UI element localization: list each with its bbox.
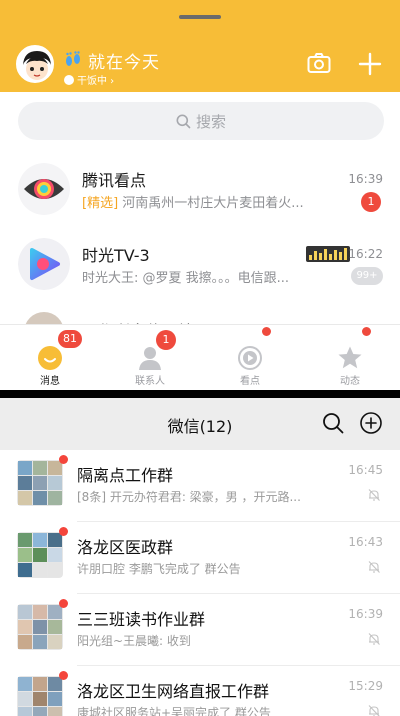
chat-time: 16:22 [348, 247, 383, 261]
chat-avatar [18, 163, 70, 215]
tab-label: 动态 [340, 376, 360, 387]
kandian-icon [238, 346, 262, 370]
tab-badge: 1 [156, 330, 176, 350]
plus-circle-icon [360, 412, 382, 434]
qq-search-bar[interactable]: 搜索 [18, 102, 384, 140]
unread-badge: 99+ [351, 267, 383, 285]
mute-bell-icon [368, 561, 380, 573]
mute-bell-icon [368, 633, 380, 645]
video-play-icon [18, 238, 70, 290]
qq-app-pane: 就在今天 干饭中 › 搜索 腾讯看点 [精选] 河南禹州一村庄大片麦田着火...… [0, 0, 400, 393]
tab-messages[interactable]: 81 消息 [0, 325, 100, 391]
unread-dot [59, 671, 68, 680]
chat-preview: [8条] 开元办符君君: 梁豪，男 ，开元路... [77, 490, 301, 504]
status-icon [64, 74, 74, 85]
chat-tag: [精选] [82, 196, 119, 211]
status-text: 干饭中 › [77, 76, 115, 87]
chat-title: 隔离点工作群 [77, 466, 174, 485]
search-button[interactable] [321, 411, 345, 435]
tab-label: 消息 [40, 376, 60, 387]
unread-dot [59, 455, 68, 464]
message-icon [38, 346, 62, 370]
chat-title: 时光TV-3 [82, 246, 150, 265]
mute-bell-icon [368, 705, 380, 716]
chat-item[interactable]: 三三班读书作业群 阳光组~王晨曦: 收到 16:39 [0, 594, 400, 666]
unread-dot [59, 527, 68, 536]
profile-avatar[interactable] [16, 45, 54, 83]
tab-badge: 81 [58, 330, 82, 348]
qq-tab-bar: 81 消息 1 联系人 看点 动态 [0, 324, 400, 390]
search-placeholder: 搜索 [195, 112, 226, 131]
contacts-icon [139, 347, 161, 370]
tab-label: 看点 [240, 376, 260, 387]
group-avatar [17, 460, 63, 506]
split-screen-divider[interactable] [0, 390, 400, 398]
chat-preview: 康城社区服务站+吴丽完成了 群公告 [77, 706, 271, 716]
profile-name-row[interactable]: 就在今天 [64, 48, 160, 73]
chat-preview: 许朋口腔 李鹏飞完成了 群公告 [77, 562, 241, 576]
split-drag-handle[interactable] [179, 15, 221, 19]
chat-time: 15:29 [348, 679, 383, 693]
chat-preview: [精选] 河南禹州一村庄大片麦田着火... [82, 196, 304, 211]
chat-preview: 阳光组~王晨曦: 收到 [77, 634, 191, 648]
profile-name: 就在今天 [88, 52, 160, 73]
chat-title: 三三班读书作业群 [77, 610, 206, 629]
add-button[interactable] [358, 52, 382, 76]
group-avatar [17, 604, 63, 650]
tab-dot-badge [262, 327, 271, 336]
camera-icon [307, 53, 331, 73]
star-icon [338, 346, 362, 369]
wechat-header: 微信(12) [0, 398, 400, 450]
chat-avatar [18, 238, 70, 290]
chat-title: 洛龙区卫生网络直报工作群 [77, 682, 270, 701]
unread-dot [59, 599, 68, 608]
chat-item[interactable]: 洛龙区医政群 许朋口腔 李鹏飞完成了 群公告 16:43 [0, 522, 400, 594]
wechat-app-pane: 微信(12) 隔离点工作群 [8条] 开元办符君君: 梁豪，男 ，开元路... [0, 398, 400, 716]
music-playing-icon [306, 246, 350, 262]
group-avatar [17, 532, 63, 578]
plus-icon [358, 52, 382, 76]
chat-preview: 时光大王: @罗夏 我擦。。。电信跟... [82, 271, 290, 286]
qq-header: 就在今天 干饭中 › [0, 0, 400, 92]
chat-title: 洛龙区医政群 [77, 538, 174, 557]
group-avatar [17, 676, 63, 716]
search-icon [176, 114, 191, 128]
chat-time: 16:39 [348, 607, 383, 621]
mute-bell-icon [368, 489, 380, 501]
tab-contacts[interactable]: 1 联系人 [100, 325, 200, 391]
chat-time: 16:45 [348, 463, 383, 477]
chat-item[interactable]: 隔离点工作群 [8条] 开元办符君君: 梁豪，男 ，开元路... 16:45 [0, 450, 400, 522]
tab-dot-badge [362, 327, 371, 336]
chat-time: 16:39 [348, 172, 383, 186]
chat-time: 16:43 [348, 535, 383, 549]
chat-title: 腾讯看点 [82, 171, 147, 190]
tab-kandian[interactable]: 看点 [200, 325, 300, 391]
camera-button[interactable] [307, 52, 331, 74]
chat-item[interactable]: 腾讯看点 [精选] 河南禹州一村庄大片麦田着火... 16:39 1 [0, 153, 400, 225]
chat-item[interactable]: 时光TV-3 时光大王: @罗夏 我擦。。。电信跟... 16:22 99+ [0, 228, 400, 300]
profile-status[interactable]: 干饭中 › [64, 72, 114, 87]
chat-item[interactable]: 洛龙区卫生网络直报工作群 康城社区服务站+吴丽完成了 群公告 15:29 [0, 666, 400, 716]
search-icon [323, 413, 344, 434]
add-button[interactable] [359, 411, 383, 435]
kandian-eye-icon [18, 163, 70, 215]
tab-label: 联系人 [135, 376, 165, 387]
chat-list: 隔离点工作群 [8条] 开元办符君君: 梁豪，男 ，开元路... 16:45 洛… [0, 450, 400, 716]
tab-feed[interactable]: 动态 [300, 325, 400, 391]
unread-badge: 1 [361, 192, 381, 212]
footprint-icon [66, 51, 80, 66]
